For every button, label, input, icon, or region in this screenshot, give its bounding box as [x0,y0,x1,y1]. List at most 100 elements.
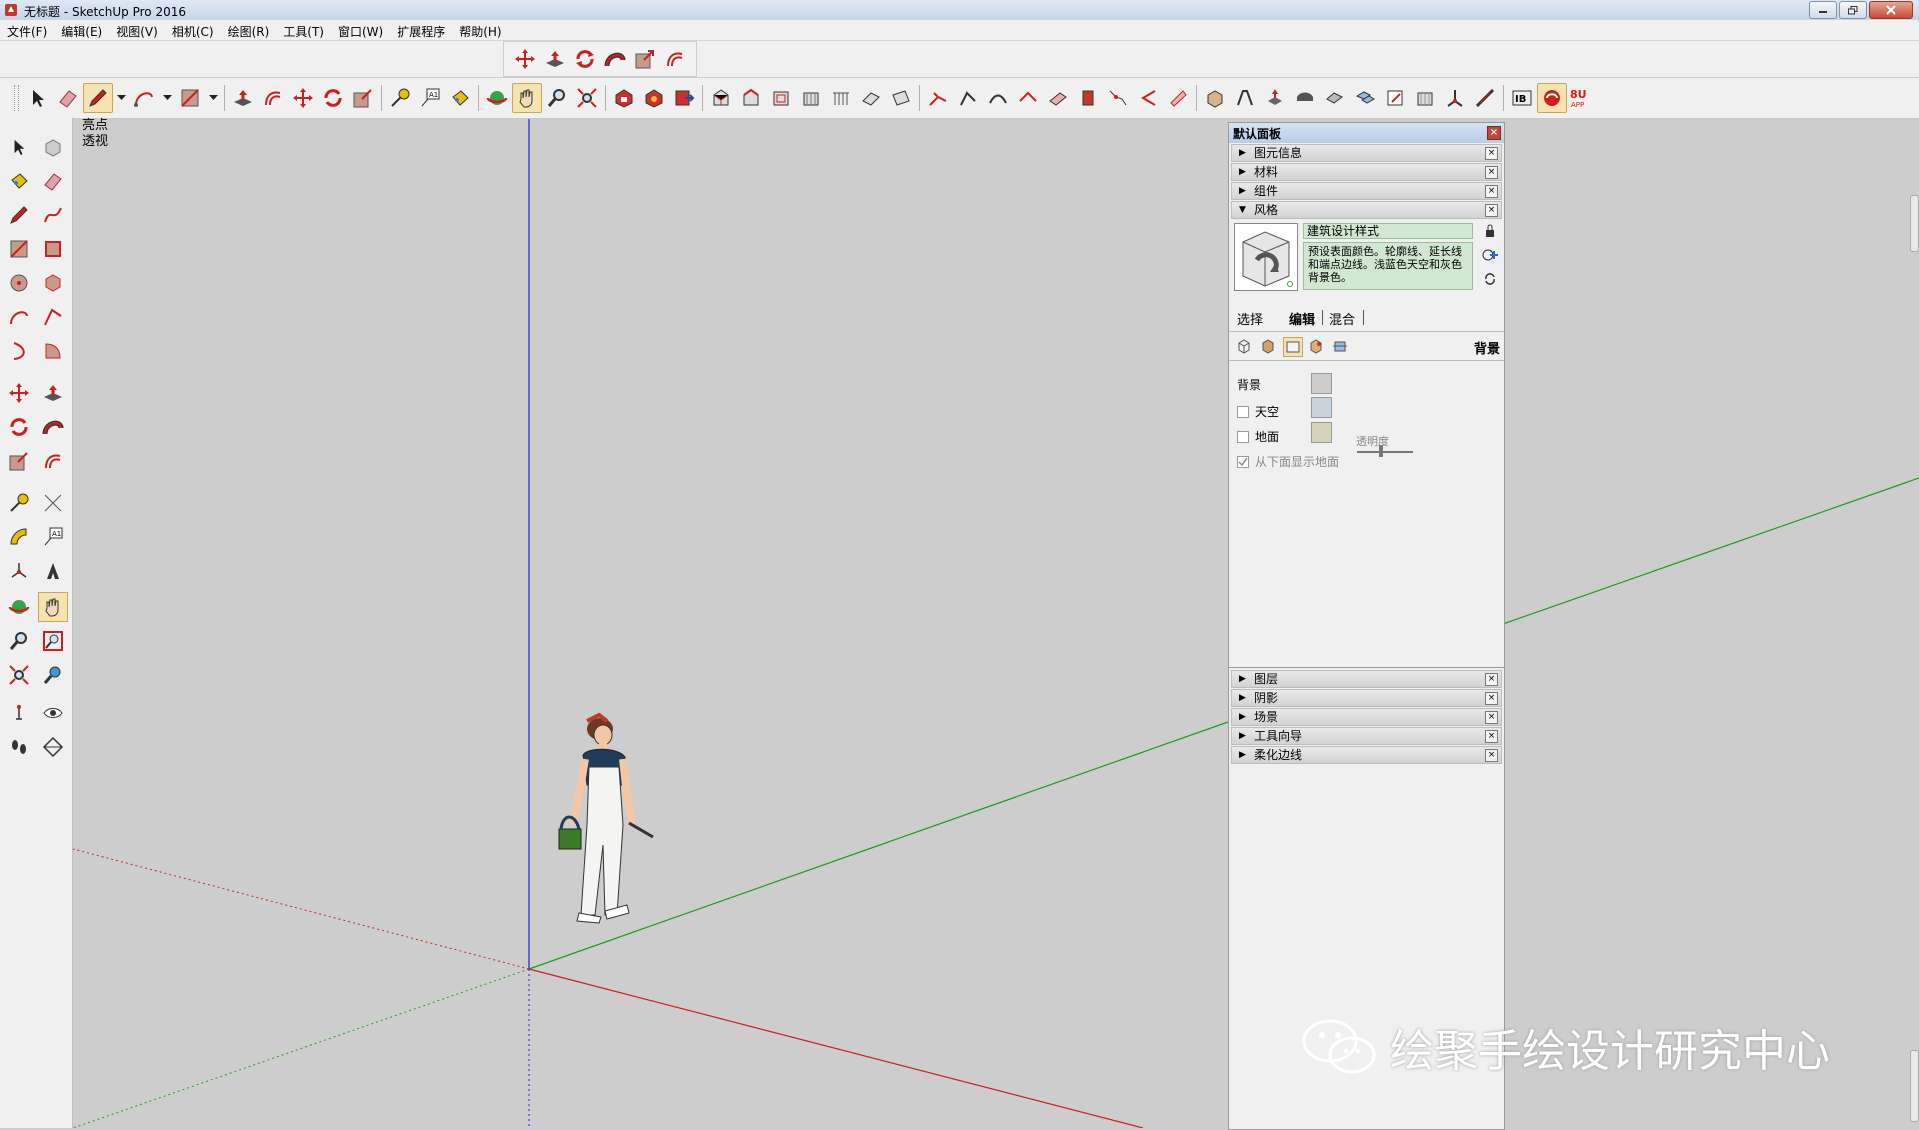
menu-window[interactable]: 窗口(W) [331,20,390,40]
section-plane-button[interactable] [1230,83,1260,113]
model-viewport[interactable] [73,119,1919,1128]
left-dimension-button[interactable] [38,488,68,518]
pan-button[interactable] [512,83,542,113]
panel-close-button[interactable]: × [1485,711,1498,724]
left-line-button[interactable] [4,200,34,230]
tab-select[interactable]: 选择 [1237,309,1263,328]
stamp-button[interactable] [1013,83,1043,113]
paint-bucket-button[interactable] [445,83,475,113]
left-polygon-button[interactable] [38,268,68,298]
su-app-plugin-button[interactable] [1537,83,1567,113]
push-pull-button[interactable] [228,83,258,113]
panel-close-button[interactable]: × [1485,185,1498,198]
sky-checkbox[interactable] [1237,405,1249,418]
tray-close-button[interactable]: × [1487,126,1501,140]
axes-button[interactable] [1440,83,1470,113]
back-view-button[interactable] [826,83,856,113]
arc-tool-button[interactable] [129,83,159,113]
select-tool-button[interactable] [23,83,53,113]
drape-button[interactable] [1043,83,1073,113]
left-zoom-button[interactable] [4,626,34,656]
left-scale-button[interactable] [4,446,34,476]
left-eraser-button[interactable] [38,166,68,196]
left-select-button[interactable] [4,132,34,162]
look-around-button[interactable] [1320,83,1350,113]
extension-warehouse-button[interactable] [639,83,669,113]
panel-scenes[interactable]: ▶ 场景 × [1231,708,1502,726]
add-style-button[interactable] [1482,247,1498,263]
rotate-tool-button[interactable] [570,44,600,74]
background-settings-button[interactable] [1283,337,1303,357]
panel-components[interactable]: ▶ 组件 × [1231,182,1502,200]
toolbar-grip[interactable] [14,85,19,111]
scale-figure[interactable] [558,712,654,924]
style-description-field[interactable]: 预设表面颜色。轮廓线、延长线和端点边线。浅蓝色天空和灰色背景色。 [1303,242,1473,290]
watermark-settings-button[interactable] [1307,337,1325,355]
panel-close-button[interactable]: × [1485,147,1498,160]
left-previous-view-button[interactable] [38,660,68,690]
components-button[interactable] [1350,83,1380,113]
left-protractor-button[interactable] [4,522,34,552]
line-dropdown-button[interactable] [113,83,129,113]
scale-tool-button[interactable] [630,44,660,74]
scale-button[interactable] [348,83,378,113]
left-circle-button[interactable] [4,268,34,298]
edge-settings-button[interactable] [1235,337,1253,355]
arc-dropdown-button[interactable] [159,83,175,113]
create-style-button[interactable] [1482,223,1498,239]
left-look-around-button[interactable] [38,698,68,728]
su-app-store-button[interactable]: 8U APP [1567,83,1597,113]
bottom-view-button[interactable] [886,83,916,113]
left-axes-button[interactable] [4,556,34,586]
menu-tools[interactable]: 工具(T) [276,20,331,40]
move-tool-button[interactable] [510,44,540,74]
transparency-slider-thumb[interactable] [1379,445,1383,457]
iso-view-button[interactable] [706,83,736,113]
left-text-button[interactable]: A1 [38,522,68,552]
position-camera-button[interactable] [1260,83,1290,113]
left-rotate-button[interactable] [4,412,34,442]
menu-draw[interactable]: 绘图(R) [221,20,277,40]
transparency-slider-track[interactable] [1357,451,1413,453]
left-walk-button[interactable] [4,732,34,762]
right-edge-scroll-handle-top[interactable] [1910,195,1919,252]
left-tape-measure-button[interactable] [4,488,34,518]
panel-styles[interactable]: ▼ 风格 × [1231,201,1502,219]
ground-checkbox[interactable] [1237,430,1249,443]
sandbox-from-contours-button[interactable] [923,83,953,113]
left-section-plane-button[interactable] [38,732,68,762]
top-view-button[interactable] [736,83,766,113]
eraser-tool-button[interactable] [53,83,83,113]
left-pie-button[interactable] [38,336,68,366]
modeling-settings-button[interactable] [1331,337,1349,355]
zoom-button[interactable] [542,83,572,113]
style-thumbnail[interactable] [1234,223,1298,291]
sandbox-from-scratch-button[interactable] [953,83,983,113]
front-view-button[interactable] [766,83,796,113]
push-pull-tool-button[interactable] [540,44,570,74]
update-style-button[interactable] [1482,271,1498,287]
right-view-button[interactable] [796,83,826,113]
tape-measure-button[interactable] [385,83,415,113]
panel-close-button[interactable]: × [1485,673,1498,686]
rotate-button[interactable] [318,83,348,113]
left-pan-button[interactable] [38,592,68,622]
panel-soften-edges[interactable]: ▶ 柔化边线 × [1231,746,1502,764]
zoom-extents-button[interactable] [572,83,602,113]
left-view-button[interactable] [856,83,886,113]
panel-close-button[interactable]: × [1485,730,1498,743]
rectangle-tool-button[interactable] [175,83,205,113]
bb-plugin-button[interactable]: IB [1507,83,1537,113]
left-move-button[interactable] [4,378,34,408]
panel-close-button[interactable]: × [1485,204,1498,217]
move-button[interactable] [288,83,318,113]
left-make-component-button[interactable] [38,132,68,162]
close-button[interactable] [1869,1,1913,19]
offset-tool-button[interactable] [660,44,690,74]
panel-close-button[interactable]: × [1485,166,1498,179]
ground-from-below-checkbox[interactable] [1237,455,1249,468]
flip-edge-button[interactable] [1103,83,1133,113]
left-follow-me-button[interactable] [38,412,68,442]
menu-extensions[interactable]: 扩展程序 [390,20,452,40]
panel-layers[interactable]: ▶ 图层 × [1231,670,1502,688]
